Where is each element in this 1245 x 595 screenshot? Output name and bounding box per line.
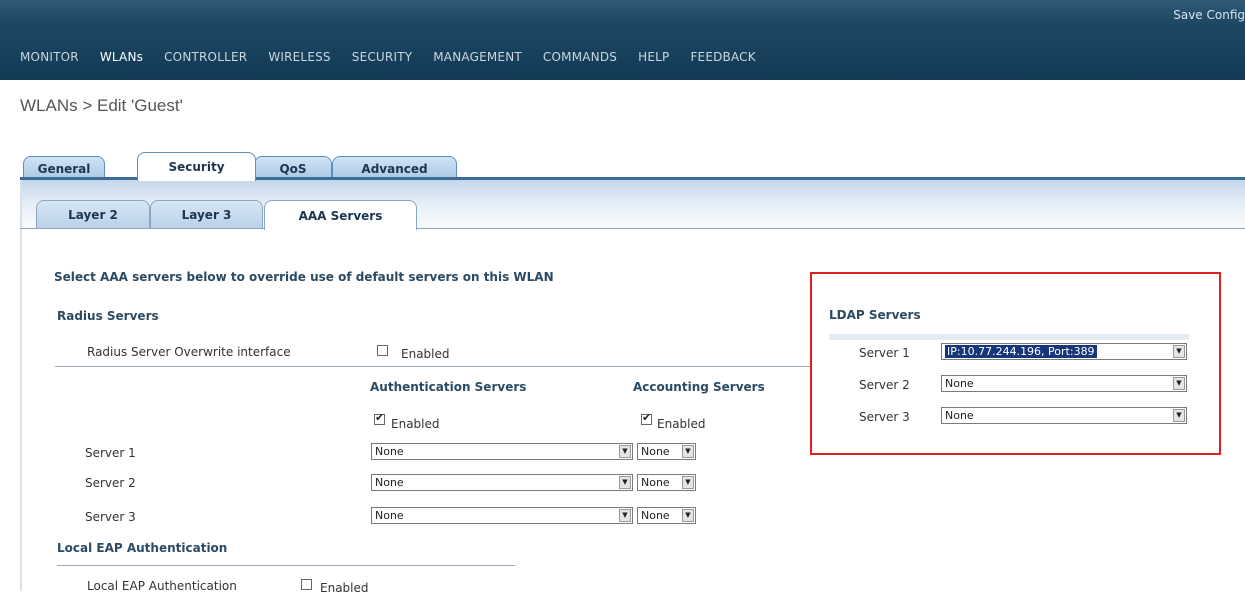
top-nav-bar: Save Config MONITOR WLANs CONTROLLER WIR… [0,0,1245,80]
ldap-server-1-label: Server 1 [859,346,910,360]
menu-monitor[interactable]: MONITOR [20,50,79,64]
main-tabs: General Security QoS Advanced [20,150,1245,181]
auth-server-2-value: None [375,476,404,489]
ldap-server-1-value: IP:10.77.244.196, Port:389 [945,345,1097,358]
intro-text: Select AAA servers below to override use… [54,270,554,284]
tab-layer2[interactable]: Layer 2 [36,200,150,229]
auth-server-2-select[interactable]: None ▼ [371,474,633,491]
local-eap-heading: Local EAP Authentication [57,541,228,555]
tab-aaa-servers[interactable]: AAA Servers [264,200,417,230]
acct-server-1-value: None [641,445,670,458]
menu-management[interactable]: MANAGEMENT [433,50,522,64]
auth-server-1-value: None [375,445,404,458]
section-divider [55,366,810,367]
radius-overwrite-enabled-label: Enabled [401,347,450,361]
radius-heading: Radius Servers [57,309,159,323]
local-eap-enabled-label: Enabled [320,581,369,595]
save-config-link[interactable]: Save Config [1173,8,1245,22]
radius-server-3-label: Server 3 [85,510,136,524]
radius-overwrite-checkbox[interactable] [377,345,388,356]
local-eap-checkbox[interactable] [301,579,312,590]
acct-server-3-value: None [641,509,670,522]
ldap-heading: LDAP Servers [829,308,921,322]
ldap-server-3-value: None [945,409,974,422]
radius-server-2-label: Server 2 [85,476,136,490]
chevron-down-icon: ▼ [619,476,631,489]
auth-server-3-select[interactable]: None ▼ [371,507,633,524]
radius-overwrite-label: Radius Server Overwrite interface [87,345,291,359]
menu-controller[interactable]: CONTROLLER [164,50,247,64]
menu-help[interactable]: HELP [638,50,669,64]
auth-servers-heading: Authentication Servers [370,380,527,394]
main-menu: MONITOR WLANs CONTROLLER WIRELESS SECURI… [20,50,777,64]
menu-feedback[interactable]: FEEDBACK [690,50,755,64]
chevron-down-icon: ▼ [619,509,631,522]
security-subtabs: Layer 2 Layer 3 AAA Servers [20,196,1245,230]
acct-server-2-select[interactable]: None ▼ [637,474,696,491]
auth-server-1-select[interactable]: None ▼ [371,443,633,460]
radius-server-1-label: Server 1 [85,446,136,460]
ldap-server-3-select[interactable]: None ▼ [941,407,1187,424]
ldap-server-2-value: None [945,377,974,390]
acct-server-2-value: None [641,476,670,489]
acct-enabled-checkbox[interactable] [641,411,652,425]
ldap-server-2-label: Server 2 [859,378,910,392]
auth-server-3-value: None [375,509,404,522]
page-title: WLANs > Edit 'Guest' [20,96,183,115]
chevron-down-icon: ▼ [619,445,631,458]
tab-layer3[interactable]: Layer 3 [150,200,263,229]
ldap-highlight-box [810,272,1221,455]
local-eap-divider [57,565,515,566]
chevron-down-icon: ▼ [1173,377,1185,390]
ldap-server-2-select[interactable]: None ▼ [941,375,1187,392]
chevron-down-icon: ▼ [1173,409,1185,422]
acct-enabled-label: Enabled [657,417,706,431]
menu-wireless[interactable]: WIRELESS [268,50,330,64]
chevron-down-icon: ▼ [682,509,694,522]
acct-servers-heading: Accounting Servers [633,380,765,394]
menu-commands[interactable]: COMMANDS [543,50,617,64]
chevron-down-icon: ▼ [1173,345,1185,358]
menu-security[interactable]: SECURITY [352,50,413,64]
acct-server-1-select[interactable]: None ▼ [637,443,696,460]
chevron-down-icon: ▼ [682,476,694,489]
ldap-server-3-label: Server 3 [859,410,910,424]
acct-server-3-select[interactable]: None ▼ [637,507,696,524]
ldap-header-band [829,334,1189,340]
auth-enabled-label: Enabled [391,417,440,431]
auth-enabled-checkbox[interactable] [374,411,385,425]
chevron-down-icon: ▼ [682,445,694,458]
ldap-server-1-select[interactable]: IP:10.77.244.196, Port:389 ▼ [941,343,1187,360]
tab-security[interactable]: Security [137,152,256,181]
menu-wlans[interactable]: WLANs [100,50,143,64]
